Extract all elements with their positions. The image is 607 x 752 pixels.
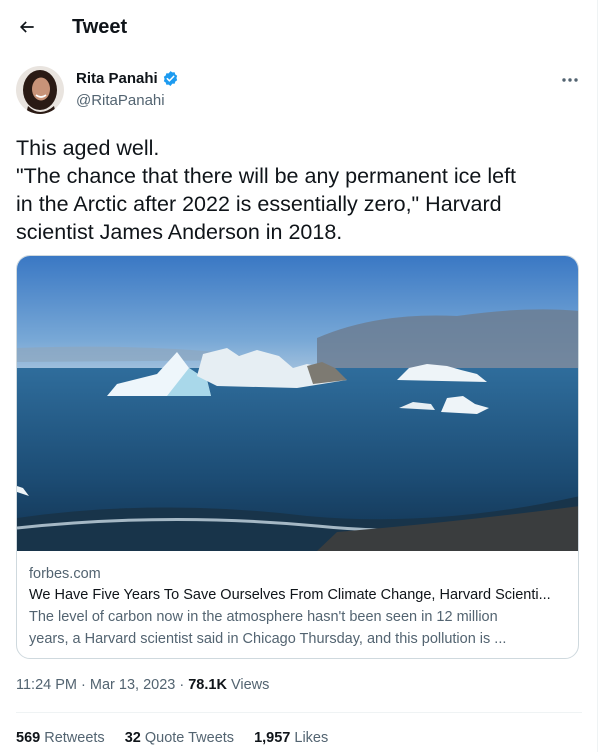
author-name-text: Rita Panahi [76, 70, 158, 87]
back-button[interactable] [12, 12, 42, 42]
quote-tweets-stat[interactable]: 32 Quote Tweets [125, 730, 234, 746]
page-header: Tweet [0, 0, 597, 56]
tweet-timestamp: 11:24 PM · Mar 13, 2023 · 78.1K Views [16, 677, 270, 693]
card-description-line: The level of carbon now in the atmospher… [29, 609, 498, 625]
likes-label: Likes [294, 730, 329, 746]
author-name[interactable]: Rita Panahi [76, 70, 179, 87]
tweet-text: This aged well. "The chance that there w… [16, 134, 582, 246]
tweet-detail-panel: Tweet Rita Panahi @RitaPanahi This aged … [0, 0, 598, 752]
tweet-date[interactable]: Mar 13, 2023 [90, 677, 175, 693]
likes-count: 1,957 [254, 730, 291, 746]
quotes-label: Quote Tweets [144, 730, 235, 746]
retweets-label: Retweets [44, 730, 105, 746]
page-title: Tweet [72, 16, 128, 38]
more-button[interactable] [556, 68, 584, 92]
author-handle[interactable]: @RitaPanahi [76, 92, 165, 109]
card-description: The level of carbon now in the atmospher… [29, 606, 569, 650]
link-preview-card[interactable]: forbes.com We Have Five Years To Save Ou… [16, 255, 579, 659]
card-domain: forbes.com [29, 566, 101, 582]
tweet-time[interactable]: 11:24 PM [16, 677, 77, 693]
divider [16, 712, 582, 713]
retweets-count: 569 [16, 730, 41, 746]
tweet-text-line: "The chance that there will be any perma… [16, 164, 517, 188]
quotes-count: 32 [124, 730, 141, 746]
card-description-line: years, a Harvard scientist said in Chica… [29, 631, 507, 647]
tweet-stats: 569 Retweets 32 Quote Tweets 1,957 Likes [16, 730, 328, 746]
tweet-text-line: scientist James Anderson in 2018. [16, 220, 343, 244]
retweets-stat[interactable]: 569 Retweets [16, 730, 105, 746]
avatar[interactable] [16, 66, 64, 114]
card-image [17, 256, 578, 551]
more-icon [562, 78, 578, 82]
arrow-left-icon [19, 21, 34, 33]
tweet-text-line: in the Arctic after 2022 is essentially … [16, 192, 502, 216]
card-meta: forbes.com We Have Five Years To Save Ou… [29, 564, 569, 650]
tweet-text-line: This aged well. [16, 136, 160, 160]
views-label: Views [230, 677, 270, 693]
verified-badge-icon [163, 71, 177, 86]
likes-stat[interactable]: 1,957 Likes [254, 730, 328, 746]
card-title: We Have Five Years To Save Ourselves Fro… [29, 587, 551, 603]
views-count: 78.1K [188, 677, 227, 693]
